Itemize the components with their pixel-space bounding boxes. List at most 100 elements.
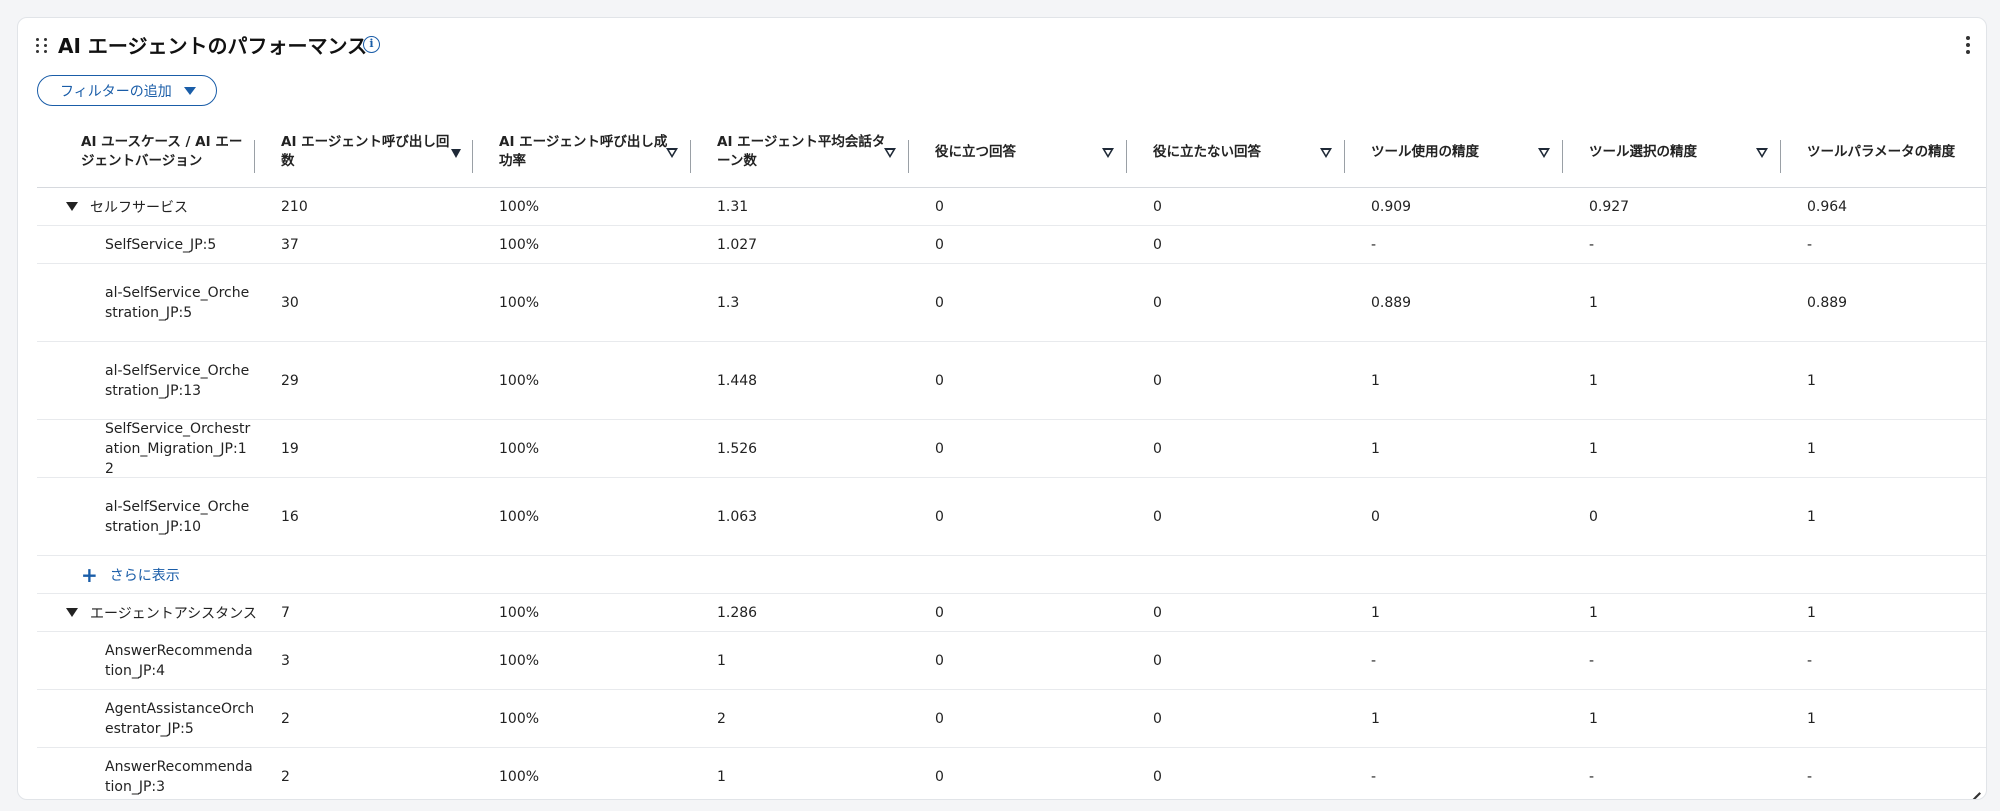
value-cell: 1 [1589,604,1598,621]
value-cell: 0 [935,372,944,389]
sort-desc-icon[interactable] [451,149,461,158]
column-header-2[interactable]: AI エージェント呼び出し成功率 [473,116,691,188]
value-cell: 1.31 [717,198,749,215]
performance-table: AI ユースケース / AI エージェントバージョン AI エージェント呼び出し回… [37,116,1986,799]
value-cell: 100% [499,236,540,253]
name-cell: SelfService_Orchestration_Migration_JP:1… [37,420,255,477]
value-cell: 100% [499,768,540,785]
sort-icon[interactable] [1102,148,1115,158]
row-name: SelfService_Orchestration_Migration_JP:1… [105,420,251,477]
value-cell: 0.964 [1807,198,1848,215]
value-cell: 37 [281,236,299,253]
group-row[interactable]: セルフサービス 210 100% 1.31 0 0 0.909 0.927 0.964 [37,188,1986,226]
info-icon[interactable]: i [363,36,380,53]
value-cell: 0 [935,710,944,727]
table-row[interactable]: SelfService_Orchestration_Migration_JP:1… [37,420,1986,478]
table-row[interactable]: SelfService_JP:5 37 100% 1.027 0 0 - - - [37,226,1986,264]
show-more-link[interactable]: + さらに表示 [37,556,1986,594]
value-cell: 0 [1153,198,1162,215]
sort-icon[interactable] [1538,148,1551,158]
value-cell: 29 [281,372,299,389]
value-cell: - [1807,768,1813,785]
widget-title: AI エージェントのパフォーマンス [58,34,368,58]
sort-icon[interactable] [666,148,679,158]
sort-icon[interactable] [1756,148,1769,158]
name-cell: AnswerRecommendation_JP:3 [37,748,255,799]
value-cell: 2 [281,710,290,727]
value-cell: 0.889 [1371,294,1412,311]
row-name: al-SelfService_Orchestration_JP:10 [105,498,250,535]
value-cell: 0 [1153,710,1162,727]
value-cell: - [1589,236,1595,253]
column-header-1[interactable]: AI エージェント呼び出し回数 [255,116,473,188]
value-cell: 1 [1589,294,1598,311]
value-cell: - [1371,768,1377,785]
value-cell: 1.526 [717,440,758,457]
group-row[interactable]: エージェントアシスタンス 7 100% 1.286 0 0 1 1 1 [37,594,1986,632]
value-cell: 0.889 [1807,294,1848,311]
value-cell: 100% [499,294,540,311]
value-cell: 0 [1371,508,1380,525]
row-name: セルフサービス [90,199,188,216]
value-cell: 1.3 [717,294,740,311]
value-cell: 1 [1371,604,1380,621]
add-filter-button[interactable]: フィルターの追加 [37,75,217,106]
table-row[interactable]: AgentAssistanceOrchestrator_JP:5 2 100% 2 0 0… [37,690,1986,748]
value-cell: 0 [1589,508,1598,525]
column-header-3[interactable]: AI エージェント平均会話ターン数 [691,116,909,188]
column-header-8[interactable]: ツールパラメータの精度 [1781,116,1986,188]
table-row[interactable]: AnswerRecommendation_JP:4 3 100% 1 0 0 - - - [37,632,1986,690]
value-cell: 1 [1371,440,1380,457]
resize-handle-icon[interactable] [1968,781,1980,793]
value-cell: - [1807,236,1813,253]
drag-handle-icon[interactable] [36,38,48,54]
collapse-toggle-icon[interactable] [66,202,78,211]
column-header-4[interactable]: 役に立つ回答 [909,116,1127,188]
value-cell: 1 [717,652,726,669]
value-cell: 2 [717,710,726,727]
value-cell: 1 [1371,372,1380,389]
row-name: al-SelfService_Orchestration_JP:13 [105,362,250,399]
value-cell: 1 [1371,710,1380,727]
show-more-label: さらに表示 [109,567,180,584]
row-name: AgentAssistanceOrchestrator_JP:5 [105,700,255,737]
value-cell: 0 [935,440,944,457]
value-cell: 0 [935,198,944,215]
value-cell: 1.286 [717,604,758,621]
value-cell: 30 [281,294,299,311]
column-header-label: ツールパラメータの精度 [1807,143,1956,160]
column-header-6[interactable]: ツール使用の精度 [1345,116,1563,188]
collapse-toggle-icon[interactable] [66,608,78,617]
column-header-5[interactable]: 役に立たない回答 [1127,116,1345,188]
value-cell: - [1371,652,1377,669]
value-cell: 1.448 [717,372,758,389]
value-cell: 0 [935,294,944,311]
table-body: セルフサービス 210 100% 1.31 0 0 0.909 0.927 0.964 SelfS… [37,188,1986,799]
column-header-0[interactable]: AI ユースケース / AI エージェントバージョン [37,116,255,188]
sort-icon[interactable] [884,148,897,158]
column-header-label: AI エージェント呼び出し回数 [281,134,450,169]
value-cell: 1 [1807,604,1816,621]
table-row[interactable]: al-SelfService_Orchestration_JP:13 29 100%… [37,342,1986,420]
table-row[interactable]: al-SelfService_Orchestration_JP:5 30 100% 1… [37,264,1986,342]
value-cell: 0 [1153,294,1162,311]
value-cell: 1.063 [717,508,758,525]
column-header-label: 役に立たない回答 [1153,143,1261,160]
value-cell: 0 [1153,768,1162,785]
value-cell: 100% [499,440,540,457]
table-row[interactable]: al-SelfService_Orchestration_JP:10 16 100%… [37,478,1986,556]
value-cell: 0 [935,236,944,253]
row-name: SelfService_JP:5 [105,236,217,253]
value-cell: 0 [1153,508,1162,525]
more-options-icon[interactable] [1966,36,1970,54]
sort-icon[interactable] [1320,148,1333,158]
value-cell: 0 [935,604,944,621]
column-header-label: AI ユースケース / AI エージェントバージョン [81,134,243,169]
value-cell: 1 [1807,710,1816,727]
value-cell: - [1589,768,1595,785]
column-header-7[interactable]: ツール選択の精度 [1563,116,1781,188]
value-cell: 210 [281,198,308,215]
value-cell: 1 [1807,372,1816,389]
value-cell: 1.027 [717,236,758,253]
table-row[interactable]: AnswerRecommendation_JP:3 2 100% 1 0 0 - - - [37,748,1986,799]
